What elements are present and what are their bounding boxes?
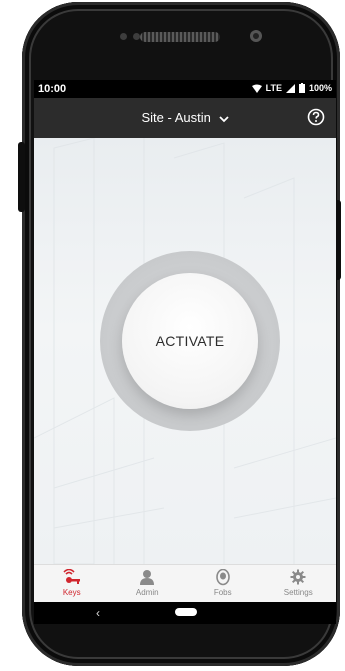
key-signal-icon <box>62 568 82 586</box>
tab-settings-label: Settings <box>283 588 313 597</box>
status-bar: 10:00 LTE 100% <box>34 80 336 98</box>
help-button[interactable] <box>306 107 326 127</box>
network-label: LTE <box>265 83 282 93</box>
activate-button[interactable]: ACTIVATE <box>122 273 258 409</box>
app-bar: Site - Austin <box>34 98 336 138</box>
tab-admin[interactable]: Admin <box>110 565 186 603</box>
status-icons: LTE 100% <box>251 83 332 93</box>
help-circle-icon <box>307 108 325 126</box>
site-selector[interactable]: Site - Austin <box>34 110 336 125</box>
gear-icon <box>288 568 308 586</box>
main-content: ACTIVATE <box>34 138 336 564</box>
phone-speaker <box>140 32 220 42</box>
user-icon <box>137 568 157 586</box>
tab-settings[interactable]: Settings <box>261 565 337 603</box>
battery-label: 100% <box>308 83 332 93</box>
back-icon[interactable]: ‹ <box>96 606 100 620</box>
tab-fobs[interactable]: Fobs <box>185 565 261 603</box>
fob-icon <box>213 568 233 586</box>
phone-sensor <box>133 33 140 40</box>
tab-keys[interactable]: Keys <box>34 565 110 603</box>
chevron-down-icon <box>218 115 229 122</box>
phone-sensor <box>120 33 127 40</box>
tab-keys-label: Keys <box>62 588 81 597</box>
system-nav-bar: ‹ <box>34 602 336 624</box>
home-button[interactable] <box>175 608 197 616</box>
bottom-tab-bar: Keys Admin Fobs Settings <box>34 564 336 603</box>
site-label: Site - Austin <box>141 110 211 125</box>
tab-fobs-label: Fobs <box>213 588 232 597</box>
wifi-icon <box>251 84 262 93</box>
battery-icon <box>298 83 305 93</box>
phone-camera <box>250 30 262 42</box>
tab-admin-label: Admin <box>135 588 159 597</box>
phone-side-button <box>18 142 25 212</box>
status-time: 10:00 <box>38 83 67 95</box>
signal-icon <box>285 83 295 93</box>
screen: 10:00 LTE 100% Site - Austin ACTIVATE Ke… <box>34 80 336 624</box>
